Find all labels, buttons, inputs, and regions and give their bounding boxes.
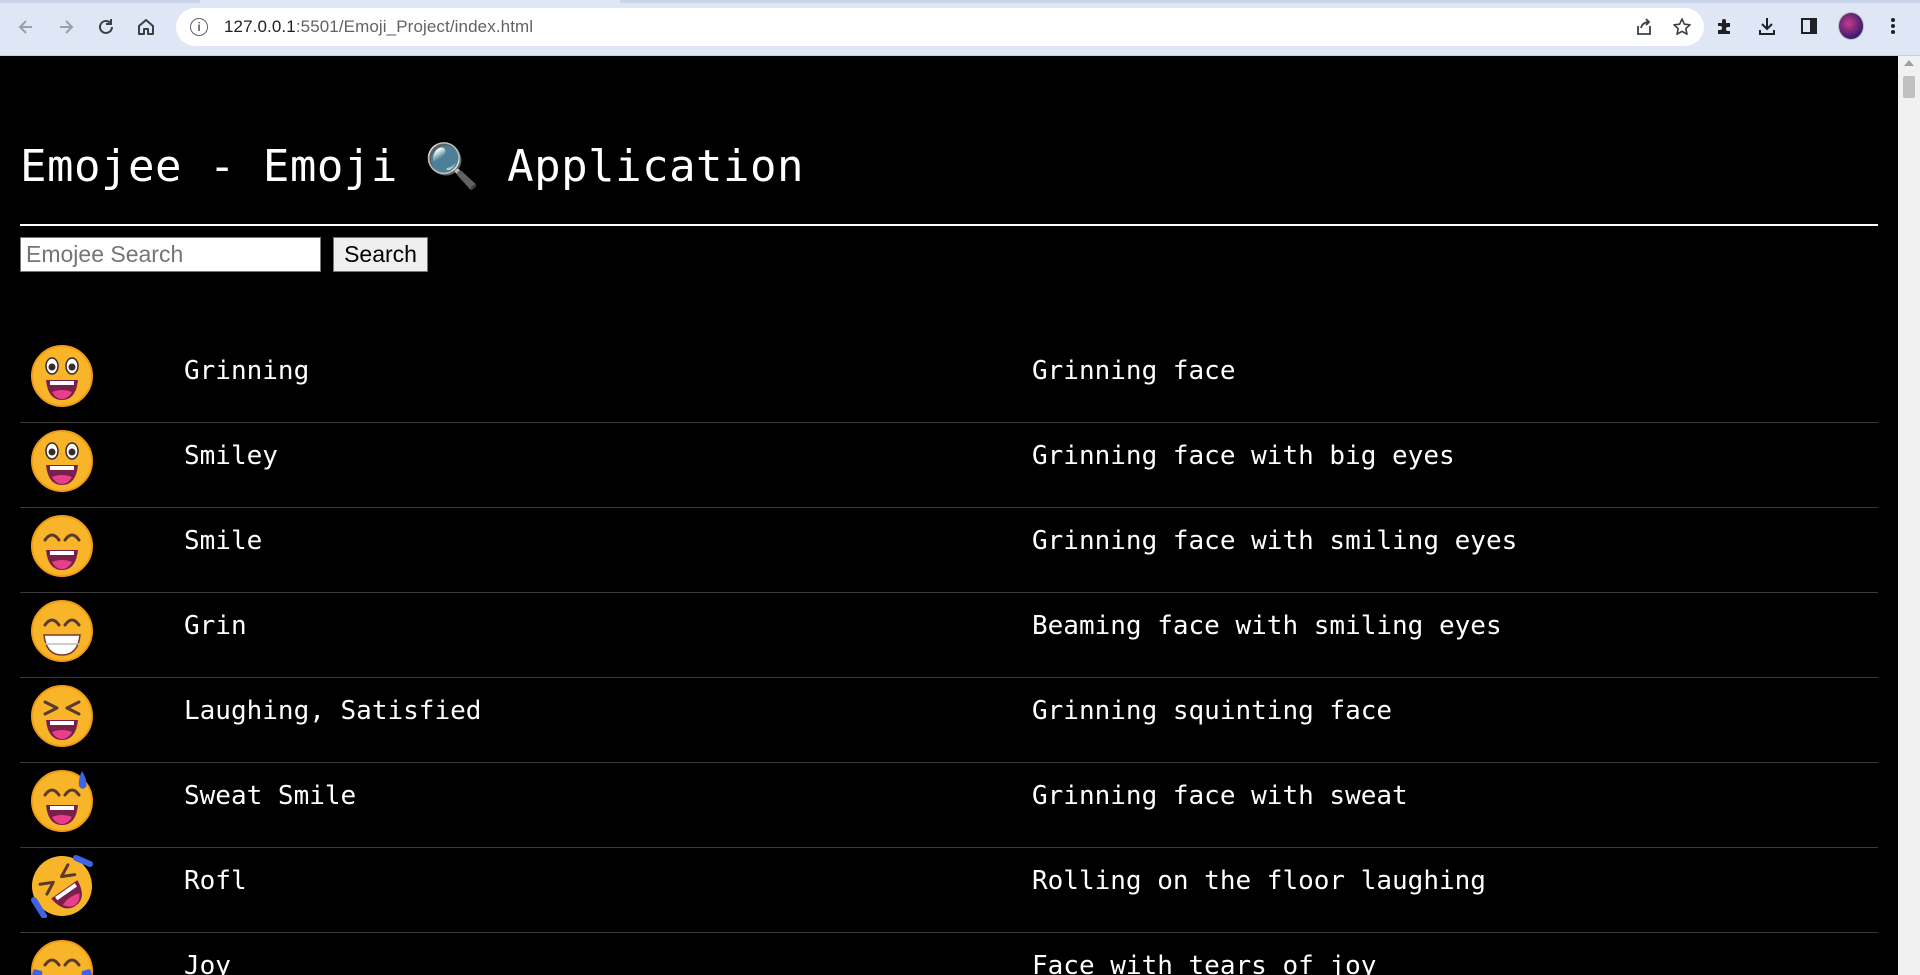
home-button[interactable] [130,11,162,43]
emoji-description: Grinning squinting face [1032,696,1393,726]
url-path: :5501/Emoji_Project/index.html [295,17,534,36]
menu-button[interactable] [1880,11,1906,41]
emoji-row[interactable]: Laughing, Satisfied Grinning squinting fa… [20,678,1878,763]
forward-button[interactable] [50,11,82,43]
url-host: 127.0.0.1 [224,17,296,36]
page-viewport: Emojee - Emoji 🔍 Application Search Grin… [0,56,1898,975]
smile-face-icon [30,514,94,578]
download-icon [1759,18,1775,35]
home-icon [138,19,154,35]
emoji-row[interactable]: Joy Face with tears of joy [20,933,1878,975]
search-button[interactable]: Search [333,237,428,272]
extensions-button[interactable] [1712,11,1738,41]
emoji-description: Rolling on the floor laughing [1032,866,1486,896]
search-input[interactable] [20,237,321,272]
grinning-face-icon [30,344,94,408]
downloads-button[interactable] [1754,11,1780,41]
emoji-name: Laughing, Satisfied [184,696,482,726]
emoji-description: Grinning face [1032,356,1236,386]
joy-face-icon [30,939,94,975]
avatar [1838,12,1864,40]
tab-strip [0,0,1920,3]
emoji-row[interactable]: Grin Beaming face with smiling eyes [20,593,1878,678]
emoji-name: Grin [184,611,247,641]
emoji-description: Grinning face with sweat [1032,781,1408,811]
side-panel-icon [1801,18,1817,34]
arrow-left-icon [18,20,32,34]
active-tab-edge [200,0,620,3]
emoji-description: Face with tears of joy [1032,951,1377,975]
emoji-row[interactable]: Smiley Grinning face with big eyes [20,423,1878,508]
rofl-face-icon [30,854,94,919]
vertical-scrollbar[interactable] [1898,56,1920,975]
share-icon[interactable] [1634,17,1654,37]
emoji-name: Smiley [184,441,278,471]
emoji-row[interactable]: Rofl Rolling on the floor laughing [20,848,1878,933]
emoji-description: Beaming face with smiling eyes [1032,611,1502,641]
address-url[interactable]: 127.0.0.1:5501/Emoji_Project/index.html [224,17,533,37]
sweat-smile-face-icon [30,769,94,833]
scroll-up-arrow-icon[interactable] [1904,60,1914,66]
emoji-name: Joy [184,951,231,975]
title-divider [20,224,1878,226]
puzzle-icon [1718,19,1730,34]
side-panel-button[interactable] [1796,11,1822,41]
address-bar[interactable]: i 127.0.0.1:5501/Emoji_Project/index.htm… [176,8,1704,46]
arrow-right-icon [60,20,74,34]
grin-face-icon [30,599,94,663]
emoji-description: Grinning face with smiling eyes [1032,526,1518,556]
page-title: Emojee - Emoji 🔍 Application [20,141,805,192]
laughing-face-icon [30,684,94,748]
emoji-name: Sweat Smile [184,781,357,811]
emoji-name: Smile [184,526,263,556]
back-button[interactable] [10,11,42,43]
emoji-list: Grinning Grinning face Smiley Grinning face… [20,338,1878,975]
toolbar-actions [1712,11,1906,41]
reload-icon [99,19,113,34]
emoji-row[interactable]: Grinning Grinning face [20,338,1878,423]
browser-toolbar: i 127.0.0.1:5501/Emoji_Project/index.htm… [0,0,1920,56]
profile-button[interactable] [1838,11,1864,41]
emoji-description: Grinning face with big eyes [1032,441,1455,471]
smiley-face-icon [30,429,94,493]
site-info-icon[interactable]: i [190,18,208,36]
omnibox-actions [1634,8,1692,46]
emoji-row[interactable]: Smile Grinning face with smiling eyes [20,508,1878,593]
emoji-name: Rofl [184,866,247,896]
emoji-row[interactable]: Sweat Smile Grinning face with sweat [20,763,1878,848]
scroll-thumb[interactable] [1903,76,1915,98]
reload-button[interactable] [90,11,122,43]
emoji-name: Grinning [184,356,310,386]
bookmark-star-icon[interactable] [1672,17,1692,37]
kebab-menu-icon [1891,18,1895,34]
